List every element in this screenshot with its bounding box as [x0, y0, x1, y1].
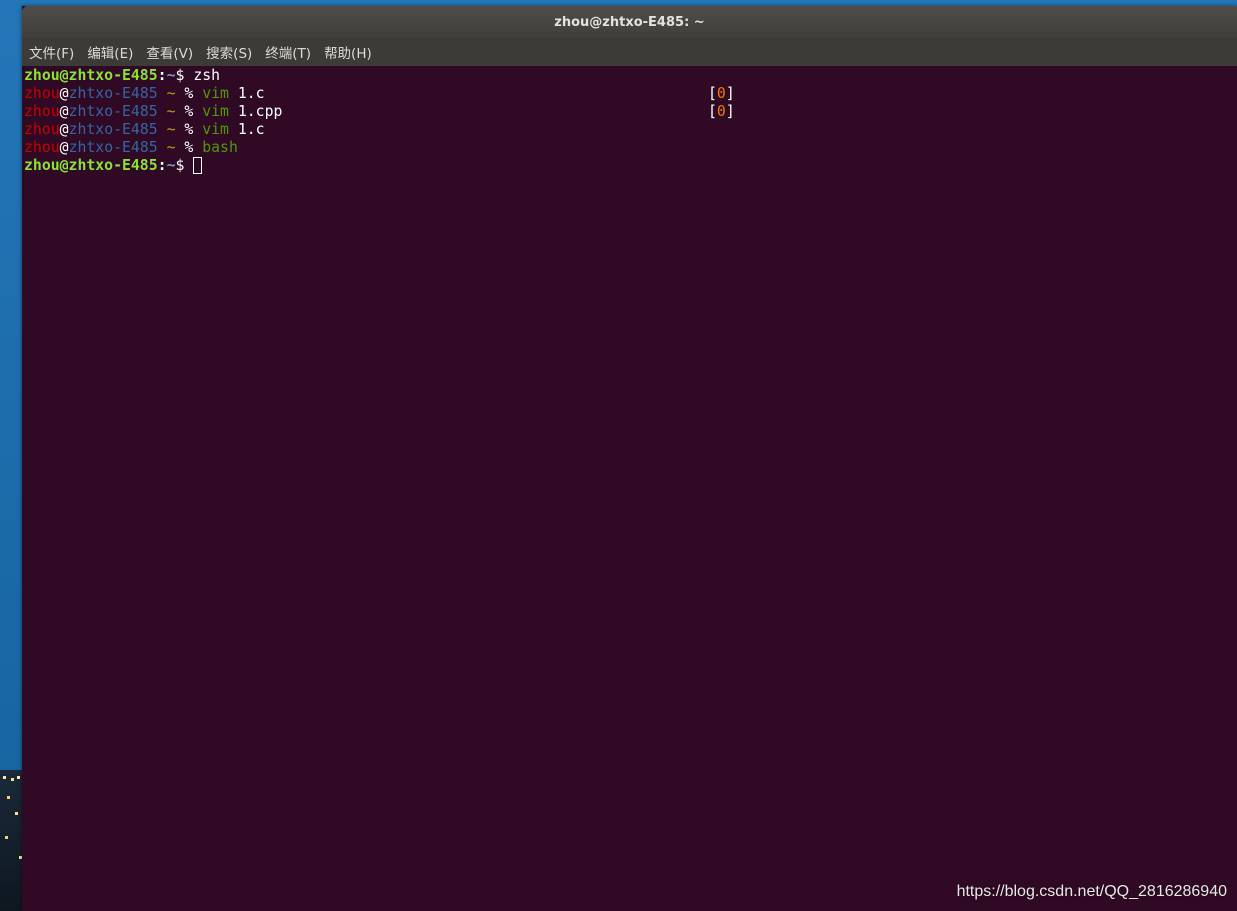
terminal-line: zhou@zhtxo-E485 ~ % vim 1.c [0]: [24, 85, 1237, 103]
zsh-prompt-symbol: %: [184, 85, 203, 102]
zsh-at: @: [59, 121, 69, 138]
zsh-path: ~: [157, 139, 185, 156]
watermark-url: https://blog.csdn.net/QQ_2816286940: [956, 883, 1227, 900]
exit-status-code: 0: [716, 85, 726, 102]
zsh-path: ~: [157, 103, 185, 120]
bash-prompt-symbol: $: [175, 67, 194, 84]
zsh-user: zhou: [24, 139, 60, 156]
terminal-window: zhou@zhtxo-E485: ~ 文件(F) 编辑(E) 查看(V) 搜索(…: [22, 6, 1237, 911]
zsh-at: @: [59, 85, 69, 102]
bash-separator: :: [157, 67, 167, 84]
exit-status-open: [: [708, 85, 717, 102]
menu-bar: 文件(F) 编辑(E) 查看(V) 搜索(S) 终端(T) 帮助(H): [22, 38, 1237, 66]
zsh-path: ~: [157, 121, 185, 138]
bash-user-host: zhou@zhtxo-E485: [24, 157, 158, 174]
menu-help[interactable]: 帮助(H): [323, 39, 378, 65]
window-titlebar[interactable]: zhou@zhtxo-E485: ~: [22, 6, 1237, 38]
zsh-user: zhou: [24, 85, 60, 102]
menu-edit[interactable]: 编辑(E): [86, 39, 139, 65]
terminal-line: zhou@zhtxo-E485 ~ % vim 1.c: [24, 121, 1237, 139]
zsh-host: zhtxo-E485: [68, 121, 158, 138]
window-title: zhou@zhtxo-E485: ~: [554, 14, 705, 30]
command-name: vim: [202, 103, 229, 120]
exit-status: [0]: [708, 85, 735, 103]
zsh-prompt-symbol: %: [184, 139, 203, 156]
command-name: vim: [202, 85, 229, 102]
command-text: zsh: [193, 67, 221, 84]
zsh-path: ~: [157, 85, 185, 102]
terminal-output[interactable]: zhou@zhtxo-E485:~$ zsh zhou@zhtxo-E485 ~…: [22, 66, 1237, 911]
zsh-host: zhtxo-E485: [68, 103, 158, 120]
command-name: bash: [202, 139, 238, 156]
zsh-at: @: [59, 103, 69, 120]
exit-status-open: [: [708, 103, 717, 120]
zsh-at: @: [59, 139, 69, 156]
exit-status-code: 0: [716, 103, 726, 120]
terminal-line: zhou@zhtxo-E485 ~ % vim 1.cpp [0]: [24, 103, 1237, 121]
terminal-line: zhou@zhtxo-E485:~$ zsh: [24, 67, 1237, 85]
command-name: vim: [202, 121, 229, 138]
menu-file[interactable]: 文件(F): [28, 39, 80, 65]
text-cursor[interactable]: [193, 157, 203, 174]
menu-view[interactable]: 查看(V): [145, 39, 199, 65]
zsh-prompt-symbol: %: [184, 121, 203, 138]
zsh-user: zhou: [24, 103, 60, 120]
zsh-prompt-symbol: %: [184, 103, 203, 120]
menu-search[interactable]: 搜索(S): [205, 39, 258, 65]
exit-status-close: ]: [725, 85, 735, 102]
command-argument: 1.cpp: [228, 103, 283, 120]
command-argument: 1.c: [228, 85, 265, 102]
zsh-user: zhou: [24, 121, 60, 138]
menu-terminal[interactable]: 终端(T): [264, 39, 317, 65]
command-argument: 1.c: [228, 121, 265, 138]
zsh-host: zhtxo-E485: [68, 85, 158, 102]
wallpaper-city-strip: [0, 770, 22, 911]
terminal-line: zhou@zhtxo-E485 ~ % bash: [24, 139, 1237, 157]
bash-prompt-symbol: $: [175, 157, 194, 174]
exit-status: [0]: [708, 103, 735, 121]
bash-user-host: zhou@zhtxo-E485: [24, 67, 158, 84]
bash-separator: :: [157, 157, 167, 174]
zsh-host: zhtxo-E485: [68, 139, 158, 156]
terminal-line: zhou@zhtxo-E485:~$: [24, 157, 1237, 175]
exit-status-close: ]: [725, 103, 735, 120]
